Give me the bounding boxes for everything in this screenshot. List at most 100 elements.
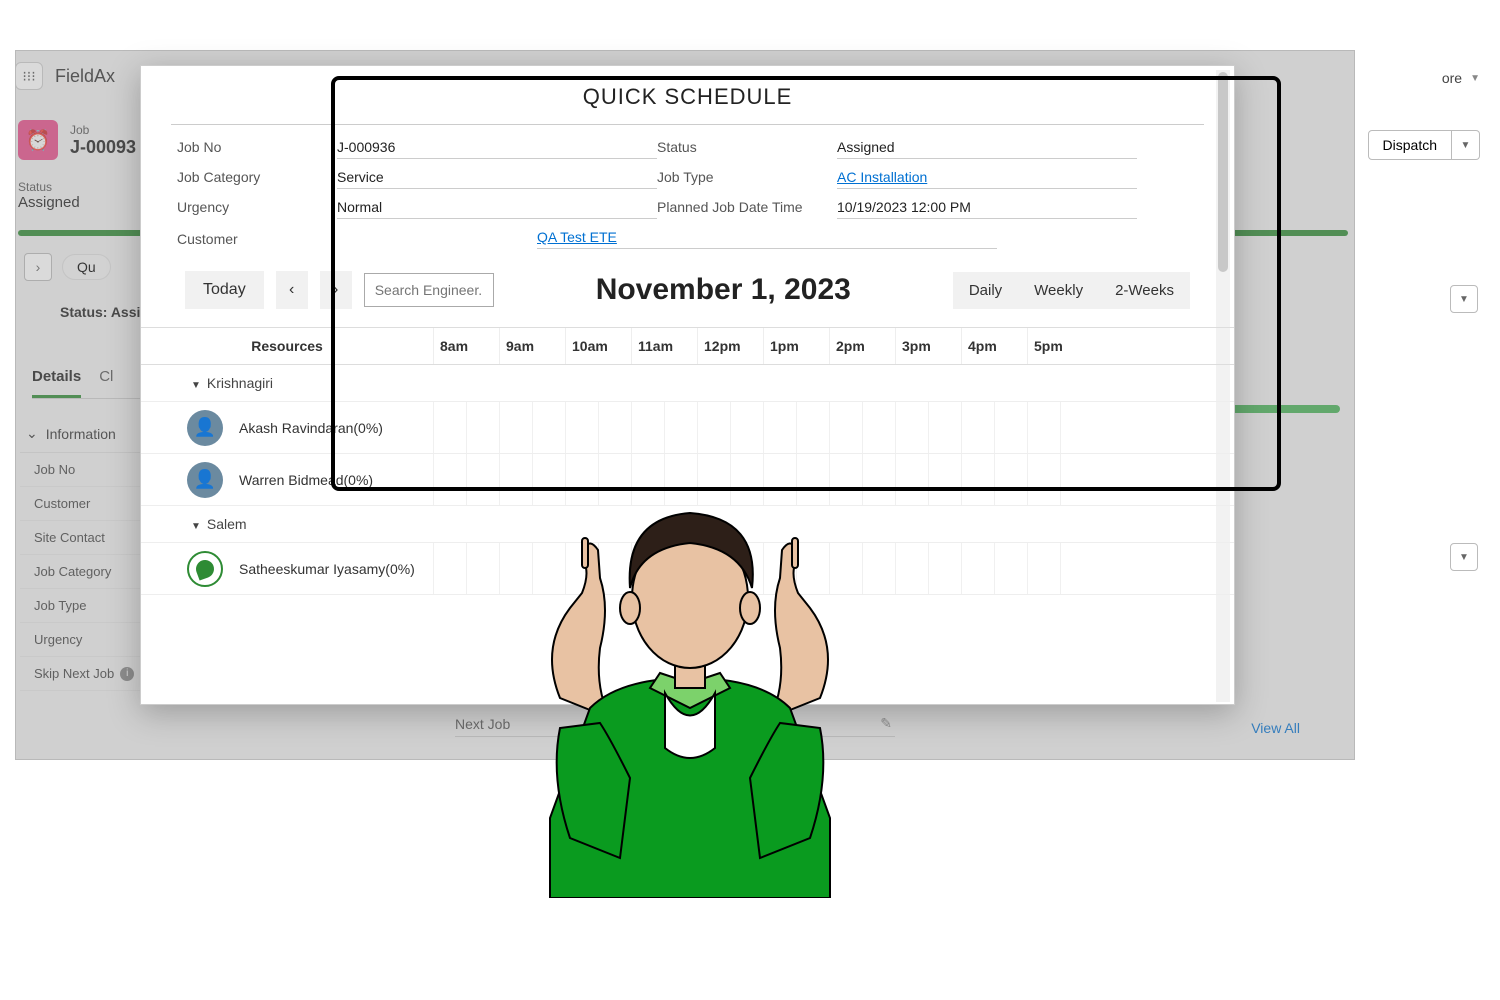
timeline-cell[interactable] [1060, 454, 1093, 505]
engineer-row[interactable]: 👤 Akash Ravindaran(0%) [141, 402, 1234, 454]
view-2weeks-button[interactable]: 2-Weeks [1099, 272, 1190, 309]
timeline-cell[interactable] [1027, 402, 1060, 453]
widget-dropdown-1[interactable]: ▼ [1450, 285, 1478, 313]
scrollbar-thumb[interactable] [1218, 72, 1228, 272]
timeline-cell[interactable] [664, 402, 697, 453]
hour-header: 9am [499, 328, 565, 364]
meta-customer-link[interactable]: QA Test ETE [537, 229, 997, 249]
timeline-cell[interactable] [433, 543, 466, 594]
avatar-leaf-icon [187, 551, 223, 587]
status-filter: Status: Assi [60, 304, 140, 320]
timeline-cell[interactable] [961, 454, 994, 505]
job-icon: ⏰ [18, 120, 58, 160]
timeline-row[interactable] [433, 402, 1234, 453]
info-section-title: Information [46, 426, 116, 442]
top-nav-more[interactable]: ore ▼ [1442, 70, 1480, 86]
app-launcher-icon[interactable]: ⁝⁝⁝ [15, 62, 43, 90]
timeline-cell[interactable] [1027, 543, 1060, 594]
timeline-cell[interactable] [598, 402, 631, 453]
timeline-cell[interactable] [1060, 402, 1093, 453]
engineer-name: Akash Ravindaran(0%) [239, 420, 383, 436]
meta-planned-label: Planned Job Date Time [657, 199, 837, 219]
timeline-cell[interactable] [994, 402, 1027, 453]
timeline-cell[interactable] [895, 402, 928, 453]
timeline-cell[interactable] [961, 402, 994, 453]
hour-header: 5pm [1027, 328, 1093, 364]
timeline-cell[interactable] [796, 402, 829, 453]
schedule-controls: Today ‹ › November 1, 2023 Daily Weekly … [141, 249, 1234, 309]
engineer-search-input[interactable] [364, 273, 494, 307]
caret-down-icon: ▼ [191, 521, 201, 532]
tab-other[interactable]: Cl [99, 368, 113, 398]
meta-jobno-value: J-000936 [337, 139, 657, 159]
quick-pill[interactable]: Qu [62, 254, 111, 280]
chevron-down-icon: ⌄ [26, 425, 38, 442]
timeline-cell[interactable] [1060, 543, 1093, 594]
resources-column-header: Resources [141, 328, 433, 364]
hour-header: 11am [631, 328, 697, 364]
expand-button[interactable]: › [24, 253, 52, 281]
job-header: ⏰ Job J-00093 [18, 120, 136, 160]
app-header: ⁝⁝⁝ FieldAx [15, 62, 115, 90]
meta-jobtype-link[interactable]: AC Installation [837, 169, 1137, 189]
timeline-cell[interactable] [928, 402, 961, 453]
timeline-cell[interactable] [829, 402, 862, 453]
quick-action-row: › Qu [24, 253, 111, 281]
nav-more-label: ore [1442, 70, 1462, 86]
view-all-link[interactable]: View All [1251, 720, 1300, 736]
hour-header: 3pm [895, 328, 961, 364]
group-name: Salem [207, 516, 247, 532]
dispatch-button[interactable]: Dispatch [1368, 130, 1452, 160]
view-weekly-button[interactable]: Weekly [1018, 272, 1099, 309]
app-name: FieldAx [55, 66, 115, 87]
timeline-cell[interactable] [928, 543, 961, 594]
timeline-cell[interactable] [466, 402, 499, 453]
widget-dropdown-2[interactable]: ▼ [1450, 543, 1478, 571]
timeline-cell[interactable] [994, 543, 1027, 594]
prev-button[interactable]: ‹ [276, 271, 308, 309]
avatar-person-icon: 👤 [187, 410, 223, 446]
next-button[interactable]: › [320, 271, 352, 309]
timeline-cell[interactable] [433, 402, 466, 453]
hour-header: 4pm [961, 328, 1027, 364]
timeline-cell[interactable] [433, 454, 466, 505]
timeline-cell[interactable] [862, 402, 895, 453]
meta-urgency-value: Normal [337, 199, 657, 219]
timeline-cell[interactable] [532, 402, 565, 453]
info-icon[interactable]: i [120, 667, 134, 681]
meta-customer-label: Customer [177, 231, 337, 247]
meta-status-value: Assigned [837, 139, 1137, 159]
view-daily-button[interactable]: Daily [953, 272, 1018, 309]
chevron-down-icon: ▼ [1470, 73, 1480, 84]
schedule-header: Resources 8am 9am 10am 11am 12pm 1pm 2pm… [141, 327, 1234, 365]
meta-category-value: Service [337, 169, 657, 189]
tab-details[interactable]: Details [32, 368, 81, 398]
meta-jobtype-label: Job Type [657, 169, 837, 189]
right-widget-dropdowns: ▼ ▼ [1450, 285, 1478, 571]
group-name: Krishnagiri [207, 375, 273, 391]
timeline-cell[interactable] [1027, 454, 1060, 505]
timeline-cell[interactable] [730, 402, 763, 453]
timeline-cell[interactable] [631, 402, 664, 453]
timeline-cell[interactable] [994, 454, 1027, 505]
meta-jobno-label: Job No [177, 139, 337, 159]
meta-category-label: Job Category [177, 169, 337, 189]
hour-header: 10am [565, 328, 631, 364]
hour-header: 8am [433, 328, 499, 364]
dispatch-dropdown[interactable]: ▼ [1452, 130, 1480, 160]
timeline-cell[interactable] [499, 402, 532, 453]
meta-status-label: Status [657, 139, 837, 159]
job-number: J-00093 [70, 137, 136, 158]
timeline-cell[interactable] [763, 402, 796, 453]
timeline-cell[interactable] [565, 402, 598, 453]
today-button[interactable]: Today [185, 271, 264, 309]
hour-header: 12pm [697, 328, 763, 364]
engineer-name: Satheeskumar Iyasamy(0%) [239, 561, 415, 577]
status-value: Assigned [18, 194, 80, 211]
avatar-person-icon: 👤 [187, 462, 223, 498]
resource-group-row[interactable]: ▼Krishnagiri [141, 365, 1234, 402]
timeline-cell[interactable] [697, 402, 730, 453]
timeline-cell[interactable] [961, 543, 994, 594]
timeline-cell[interactable] [928, 454, 961, 505]
meta-urgency-label: Urgency [177, 199, 337, 219]
